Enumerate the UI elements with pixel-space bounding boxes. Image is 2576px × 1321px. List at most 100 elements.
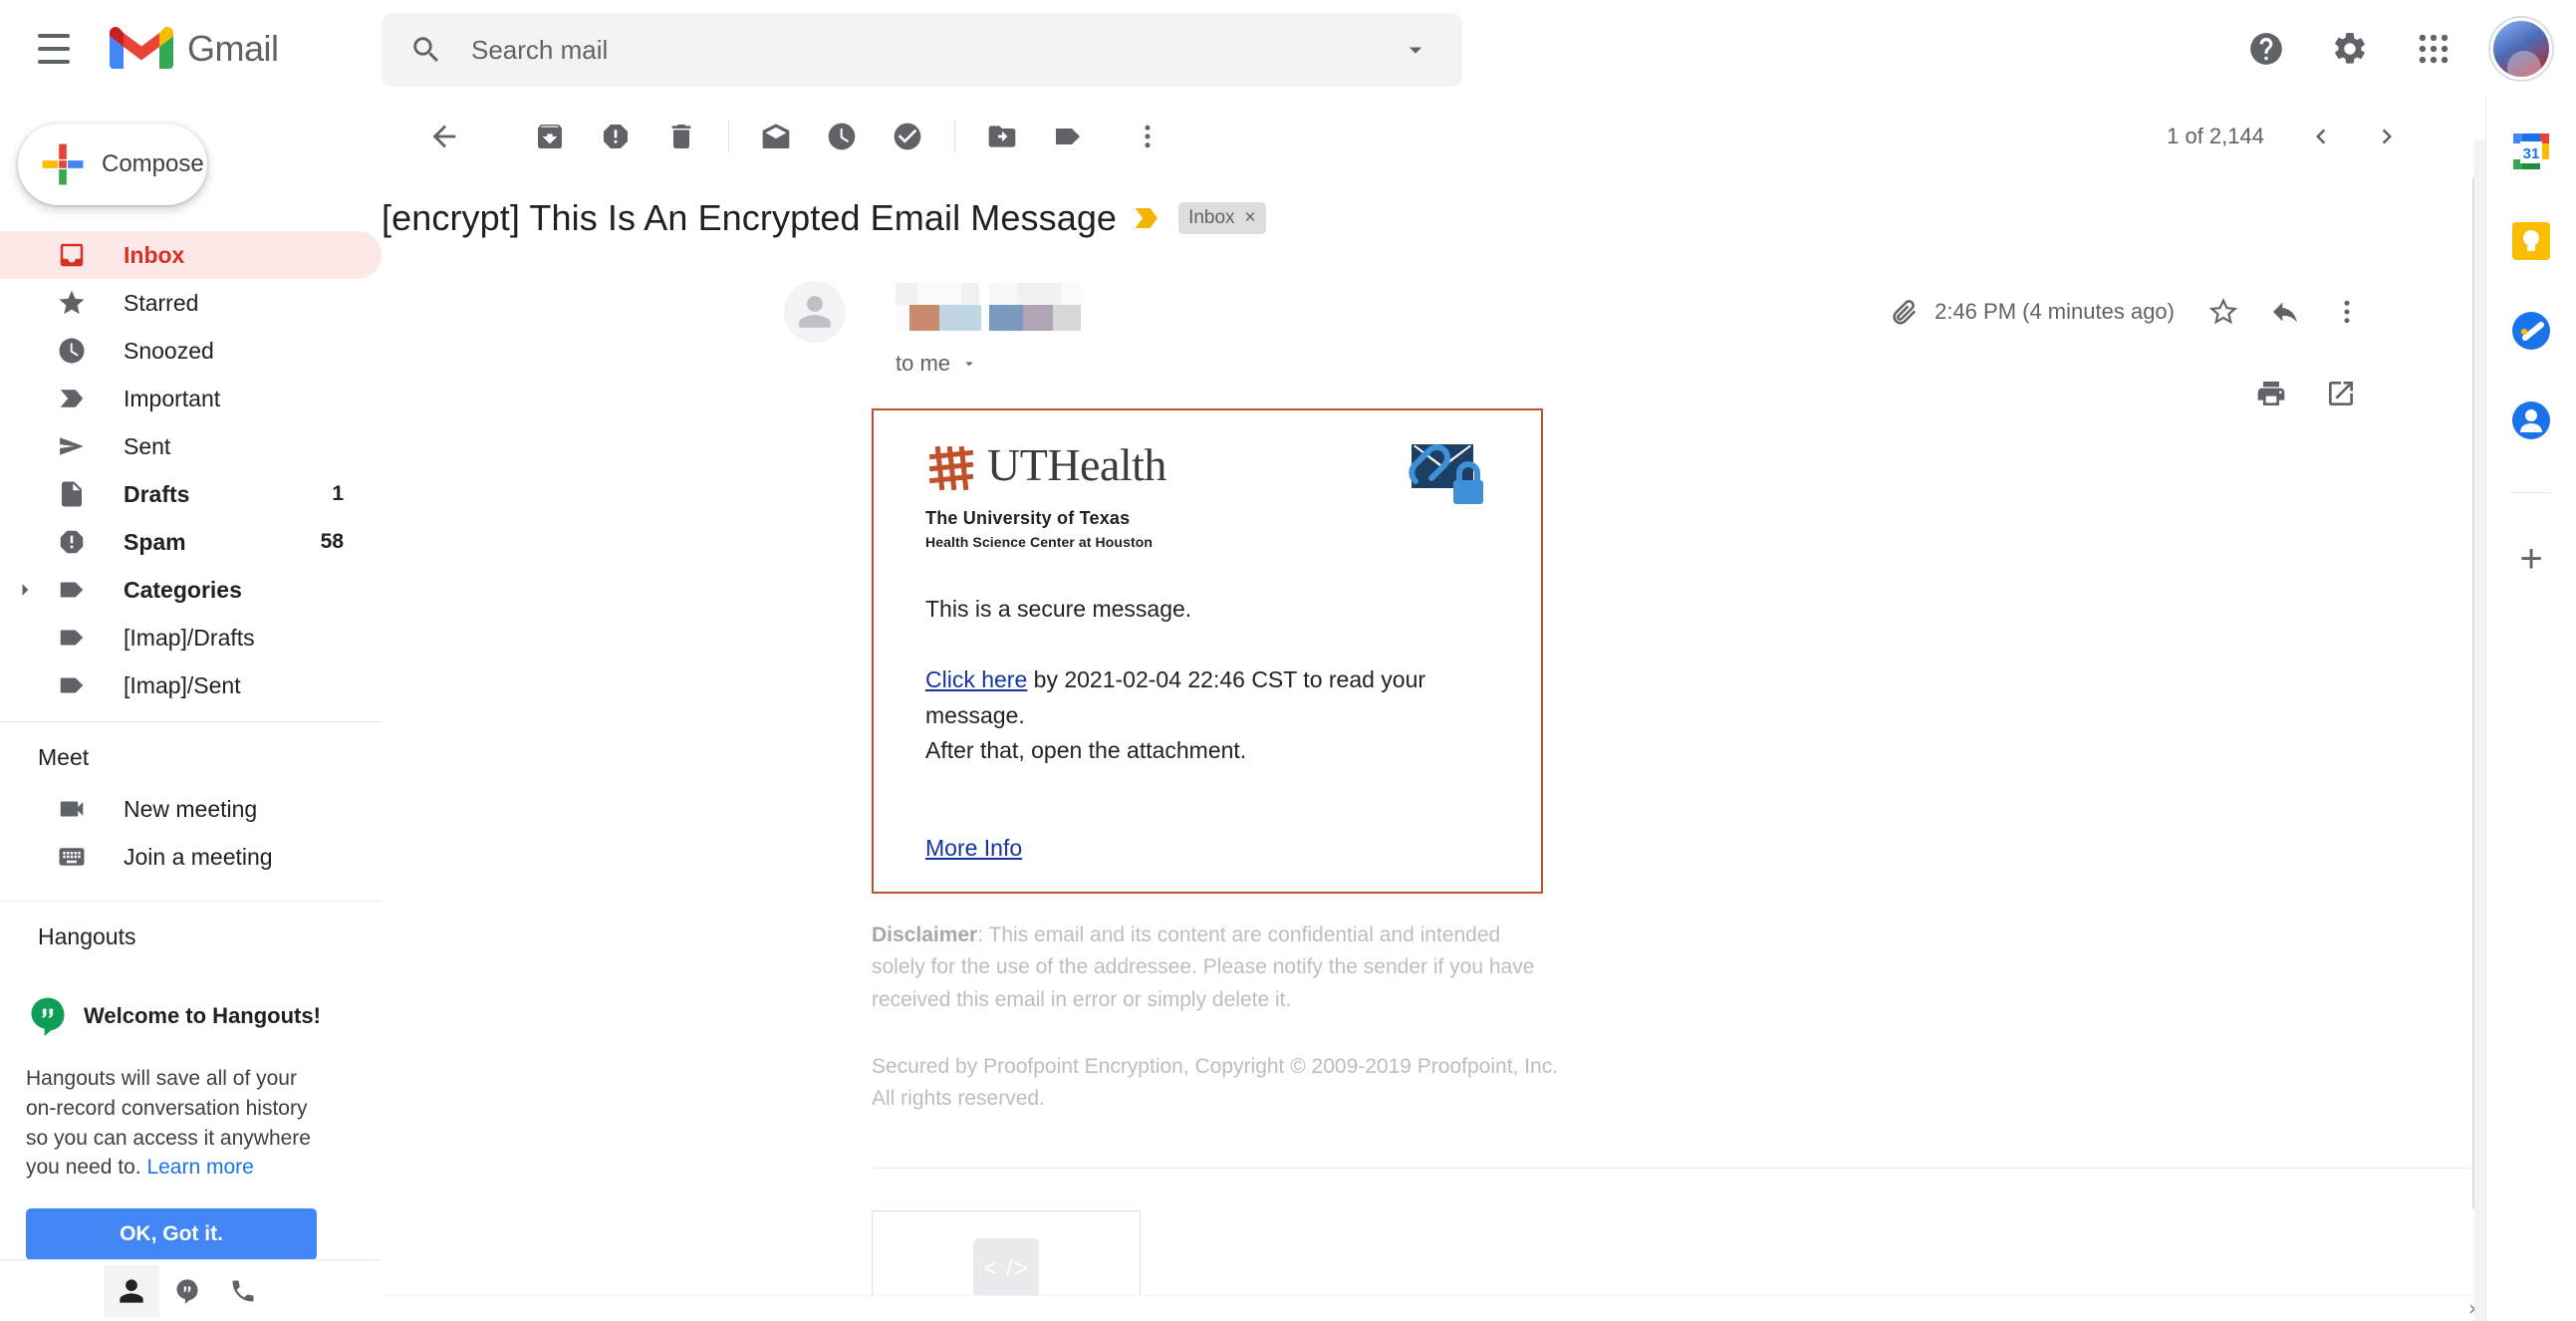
archive-icon[interactable] [517,104,583,169]
sidebar-item-label: [Imap]/Sent [124,671,241,698]
hangouts-learn-more-link[interactable]: Learn more [146,1156,253,1179]
search-bar[interactable] [382,13,1462,87]
hangouts-promo-card: Welcome to Hangouts! Hangouts will save … [26,994,325,1261]
gmail-m-icon [110,27,173,69]
mark-unread-envelope-icon[interactable] [743,104,809,169]
help-icon[interactable] [2227,10,2305,88]
click-here-link[interactable]: Click here [925,666,1027,692]
label-tag-icon [50,670,94,700]
google-tasks-icon[interactable] [2507,307,2555,355]
uthealth-name: UTHealth [987,439,1166,490]
move-to-folder-icon[interactable] [969,104,1035,169]
star-outline-icon[interactable] [2194,283,2252,341]
gmail-wordmark: Gmail [187,28,279,69]
top-app-bar: Gmail [0,0,2576,98]
spam-alert-icon [50,527,94,557]
reply-arrow-icon[interactable] [2256,283,2314,341]
labels-tag-icon[interactable] [1035,104,1101,169]
important-marker-icon [50,384,94,413]
report-spam-icon[interactable] [583,104,648,169]
compose-label: Compose [102,150,204,177]
add-to-tasks-icon[interactable] [875,104,940,169]
search-input[interactable] [463,34,1379,66]
sidebar-item-label: Join a meeting [124,843,273,870]
plus-icon [42,143,84,185]
sidebar-item-sent[interactable]: Sent [0,422,382,470]
sidebar-item-label: Snoozed [124,337,214,364]
search-icon[interactable] [389,13,463,87]
sidebar-item-drafts[interactable]: Drafts 1 [0,470,382,518]
sidebar-item-imap-drafts[interactable]: [Imap]/Drafts [0,614,382,661]
phone-call-icon[interactable] [215,1265,271,1317]
top-right-actions [2227,10,2558,88]
divider [2510,492,2552,493]
clock-icon [50,336,94,366]
proofpoint-footer: Secured by Proofpoint Encryption, Copyri… [872,1054,1559,1111]
sidebar-item-join-meeting[interactable]: Join a meeting [0,833,382,881]
sidebar-item-inbox[interactable]: Inbox [0,231,382,279]
compose-button[interactable]: Compose [18,124,207,205]
google-contacts-icon[interactable] [2507,396,2555,444]
secure-message-line1: This is a secure message. [925,596,1192,622]
hangouts-chat-icon[interactable] [159,1265,215,1317]
message-timestamp: 2:46 PM (4 minutes ago) [1934,299,2175,324]
sidebar-item-starred[interactable]: Starred [0,279,382,327]
side-panel: 31 + [2485,98,2576,1321]
label-tag-icon [50,575,94,605]
back-arrow-icon[interactable] [411,104,477,169]
uthealth-sub2: Health Science Center at Houston [925,534,1154,550]
secure-message-card: UTHealth The University of Texas Health … [872,408,1543,894]
more-info-link[interactable]: More Info [925,835,1022,862]
inbox-icon [50,240,94,270]
message-toolbar: 1 of 2,144 [382,98,2485,175]
hangouts-promo-body: Hangouts will save all of your on-record… [26,1064,325,1183]
disclaimer-block: Disclaimer: This email and its content a… [872,920,1559,1116]
add-side-panel-app-button[interactable]: + [2507,535,2555,583]
important-marker-icon[interactable] [1133,205,1162,231]
expand-chevron-right-icon[interactable] [12,580,38,600]
message-actions: 2:46 PM (4 minutes ago) [1889,283,2376,341]
recipient-dropdown[interactable]: to me [896,351,1081,377]
chevron-left-icon[interactable] [2290,106,2352,167]
more-vertical-icon[interactable] [1115,104,1180,169]
sidebar-item-snoozed[interactable]: Snoozed [0,327,382,375]
secure-envelope-lock-icon [1409,444,1483,504]
sidebar: Compose Inbox Starred Snoozed Important … [0,98,382,1321]
delete-trash-icon[interactable] [648,104,714,169]
rail-gutter [2474,139,2485,1321]
chevron-down-icon [965,362,973,367]
secure-message-line2: Click here by 2021-02-04 22:46 CST to re… [925,662,1489,769]
keyboard-icon [50,842,94,872]
sidebar-item-label: Drafts [124,480,190,507]
sidebar-item-important[interactable]: Important [0,375,382,422]
gmail-logo[interactable]: Gmail [110,25,279,73]
more-vertical-icon[interactable] [2318,283,2376,341]
hangouts-ok-got-it-button[interactable]: OK, Got it. [26,1208,317,1261]
chevron-down-icon[interactable] [1379,13,1452,87]
page-title: [encrypt] This Is An Encrypted Email Mes… [382,197,1118,238]
chevron-right-icon[interactable] [2356,106,2418,167]
label-chip-text: Inbox [1188,207,1235,228]
avatar [784,281,846,343]
video-camera-icon [50,794,94,824]
horizontal-scrollbar[interactable] [382,1295,2485,1321]
sidebar-item-new-meeting[interactable]: New meeting [0,785,382,833]
sidebar-item-spam[interactable]: Spam 58 [0,518,382,566]
account-avatar[interactable] [2490,18,2552,80]
snooze-clock-icon[interactable] [809,104,875,169]
gear-icon[interactable] [2311,10,2389,88]
sidebar-item-label: Inbox [124,241,185,268]
hangouts-chat-icon [31,997,65,1037]
sidebar-item-label: Spam [124,528,186,555]
sidebar-item-imap-sent[interactable]: [Imap]/Sent [0,661,382,709]
hamburger-menu-icon[interactable] [14,9,94,89]
label-chip-inbox[interactable]: Inbox × [1178,202,1266,234]
contacts-person-icon[interactable] [104,1264,159,1317]
secure-message-line3: After that, open the attachment. [925,737,1247,764]
close-icon[interactable]: × [1245,207,1256,229]
pagination-controls: 1 of 2,144 [2167,98,2418,175]
google-calendar-icon[interactable]: 31 [2507,128,2555,175]
sidebar-item-categories[interactable]: Categories [0,566,382,614]
google-keep-icon[interactable] [2507,217,2555,265]
apps-grid-icon[interactable] [2395,10,2472,88]
